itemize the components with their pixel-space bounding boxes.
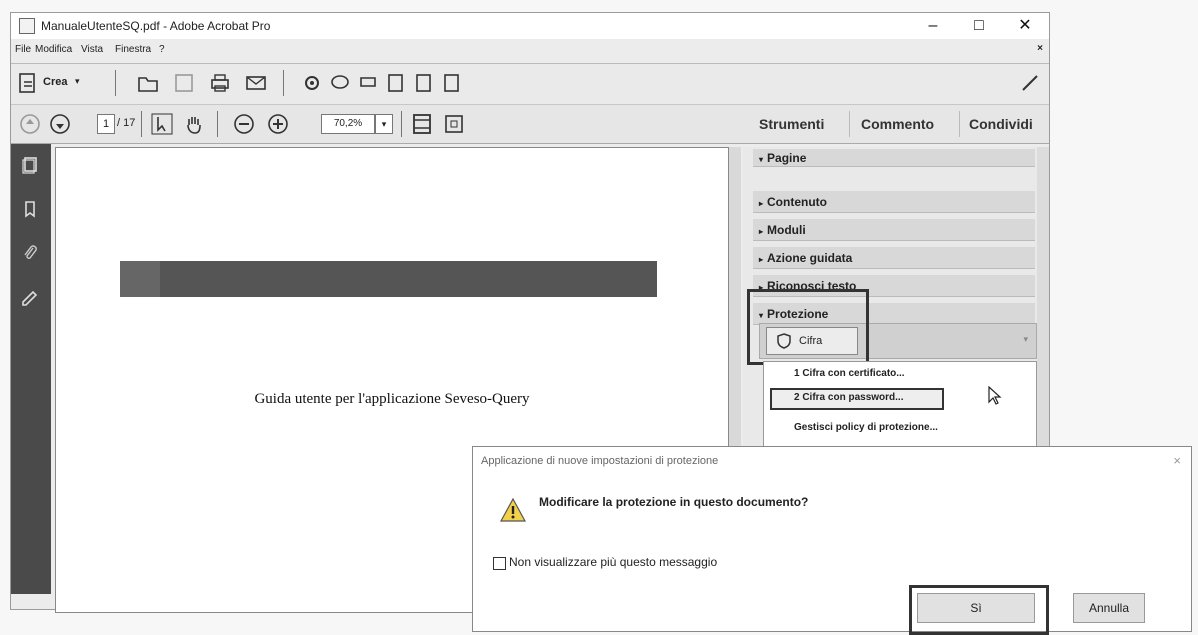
chevron-down-icon: ▾ [1023,334,1028,344]
bookmarks-icon[interactable] [21,200,39,218]
panel-section-label: Pagine [767,151,807,165]
panel-section-label: Contenuto [767,195,827,209]
document-tool-icon[interactable] [385,72,407,94]
mouse-pointer-icon [988,386,1002,405]
cancel-button[interactable]: Annulla [1073,593,1145,623]
select-cursor-icon[interactable] [151,113,173,135]
panel-section-moduli[interactable]: ▸ Moduli [753,219,1035,241]
create-pdf-icon[interactable] [17,72,39,94]
panel-section-pagine[interactable]: ▾ Pagine [753,149,1035,167]
navigation-toolbar: 1 / 17 70,2% ▾ Strumenti Commento Condiv… [11,105,1049,144]
dont-show-again-label[interactable]: Non visualizzare più questo messaggio [509,555,717,569]
create-menu-button[interactable]: Crea [43,76,67,88]
tab-separator [849,111,850,137]
page-total: / 17 [117,117,136,129]
panel-section-label: Moduli [767,223,806,237]
page-thumbnails-icon[interactable] [21,156,39,174]
expand-icon[interactable] [1019,72,1041,94]
document-header-banner [120,261,657,297]
dialog-question: Modificare la protezione in questo docum… [539,495,809,509]
window-title: ManualeUtenteSQ.pdf - Adobe Acrobat Pro [41,19,271,33]
warning-icon [499,497,527,522]
tab-condividi[interactable]: Condividi [969,111,1033,137]
highlight-box-protezione [747,289,869,365]
open-folder-icon[interactable] [137,72,159,94]
dont-show-again-checkbox[interactable] [493,557,506,570]
tab-strumenti[interactable]: Strumenti [759,111,824,137]
toolbar-separator [283,70,284,96]
email-icon[interactable] [245,72,267,94]
menu-modifica[interactable]: Modifica [35,44,72,55]
left-navigation-pane [11,144,51,594]
maximize-button[interactable]: □ [963,15,995,37]
menu-item-cifra-password[interactable]: 2 Cifra con password... [794,392,903,403]
zoom-in-icon[interactable] [267,113,289,135]
comment-bubble-icon[interactable] [329,72,351,94]
attachment-paperclip-icon[interactable] [21,244,39,262]
next-page-icon[interactable] [49,113,71,135]
zoom-dropdown-button[interactable]: ▾ [375,114,393,134]
yes-button[interactable]: Sì [917,593,1035,623]
toolbar-separator [217,111,218,137]
print-icon[interactable] [209,72,231,94]
previous-page-icon[interactable] [19,113,41,135]
title-bar: ManualeUtenteSQ.pdf - Adobe Acrobat Pro … [11,13,1049,39]
panel-section-contenuto[interactable]: ▸ Contenuto [753,191,1035,213]
toolbar-separator [115,70,116,96]
document-compare-icon[interactable] [441,72,463,94]
menu-help[interactable]: ? [159,44,165,55]
panel-section-azione-guidata[interactable]: ▸ Azione guidata [753,247,1035,269]
menu-item-cifra-certificato[interactable]: 1 Cifra con certificato... [794,368,905,379]
cifra-dropdown-menu: 1 Cifra con certificato... 2 Cifra con p… [763,361,1037,457]
stamp-icon[interactable] [357,72,379,94]
document-export-icon[interactable] [413,72,435,94]
menubar-close-button[interactable]: × [1037,43,1043,54]
menu-item-gestisci-policy[interactable]: Gestisci policy di protezione... [794,422,938,433]
dialog-close-button[interactable]: × [1173,453,1181,468]
dialog-title: Applicazione di nuove impostazioni di pr… [481,455,719,467]
close-button[interactable]: ✕ [1009,15,1041,37]
toolbar-separator [141,111,142,137]
minimize-button[interactable]: – [917,15,949,37]
full-screen-icon[interactable] [443,113,465,135]
menu-finestra[interactable]: Finestra [115,44,151,55]
page-number-input[interactable]: 1 [97,114,115,134]
main-toolbar: Crea ▾ [11,63,1049,105]
menu-file[interactable]: File [15,44,31,55]
panel-section-label: Azione guidata [767,251,853,265]
zoom-out-icon[interactable] [233,113,255,135]
tab-separator [959,111,960,137]
chevron-down-icon: ▾ [75,76,80,86]
document-title-text: Guida utente per l'applicazione Seveso-Q… [254,391,530,407]
settings-gear-icon[interactable] [301,72,323,94]
menu-vista[interactable]: Vista [81,44,103,55]
menu-bar: File Modifica Vista Finestra ? × [11,41,1049,59]
banner-logo-image [120,261,160,297]
fit-page-icon[interactable] [411,113,433,135]
save-icon[interactable] [173,72,195,94]
signature-pen-icon[interactable] [21,288,39,306]
tab-commento[interactable]: Commento [861,111,934,137]
acrobat-app-icon [19,18,35,34]
hand-tool-icon[interactable] [183,113,205,135]
zoom-level-input[interactable]: 70,2% [321,114,375,134]
protection-dialog: Applicazione di nuove impostazioni di pr… [472,446,1192,635]
toolbar-separator [401,111,402,137]
